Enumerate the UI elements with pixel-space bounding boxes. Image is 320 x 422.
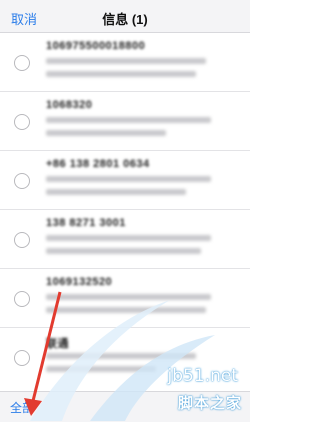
- watermark-site-text: jb51.net: [167, 366, 238, 386]
- watermark-name-text: 脚本之家: [177, 395, 242, 412]
- watermark-swirl-graphic: [24, 291, 215, 421]
- swirl-shape: [30, 300, 170, 421]
